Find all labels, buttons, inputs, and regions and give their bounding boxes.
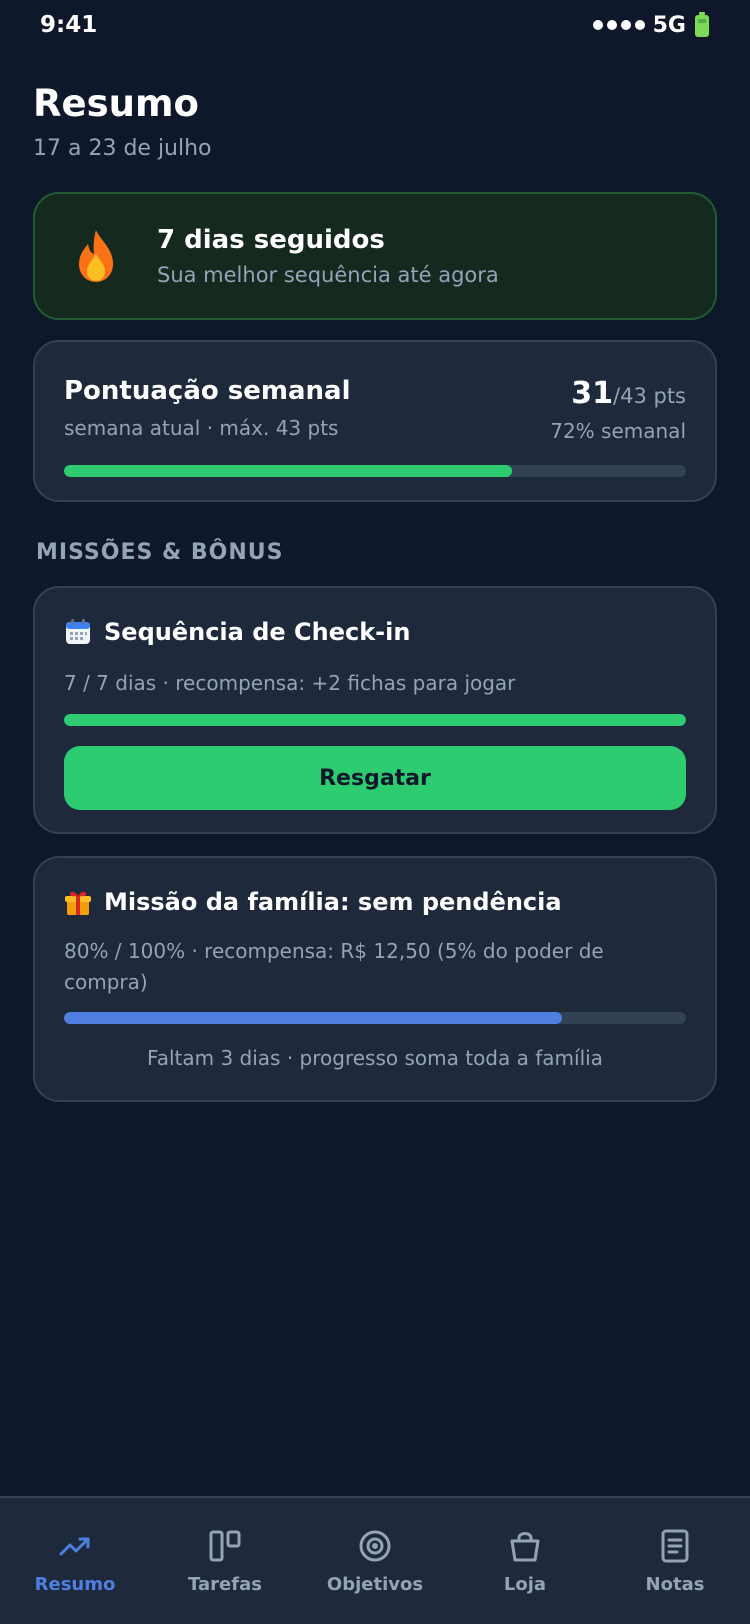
trending-up-icon bbox=[57, 1528, 93, 1564]
calendar-icon bbox=[64, 618, 92, 646]
family-mission-note: Faltam 3 dias · progresso soma toda a fa… bbox=[147, 1046, 603, 1070]
score-labels: Pontuação semanal semana atual · máx. 43… bbox=[64, 376, 351, 440]
status-time: 9:41 bbox=[40, 12, 98, 38]
nav-label: Resumo bbox=[34, 1574, 116, 1595]
status-bar: 9:41 5G bbox=[0, 0, 750, 50]
family-mission-title: Missão da família: sem pendência bbox=[104, 888, 562, 916]
notes-icon bbox=[657, 1528, 693, 1564]
checkin-mission-header: Sequência de Check-in bbox=[64, 618, 686, 646]
score-max: /43 pts bbox=[613, 384, 686, 408]
page-title: Resumo bbox=[33, 82, 199, 125]
checkin-mission-description: 7 / 7 dias · recompensa: +2 fichas para … bbox=[64, 671, 516, 695]
section-title: MISSÕES & BÔNUS bbox=[36, 540, 284, 565]
gift-icon bbox=[64, 888, 92, 916]
checkin-mission-title: Sequência de Check-in bbox=[104, 618, 411, 646]
family-progress-bar bbox=[64, 1012, 686, 1024]
header: Resumo 17 a 23 de julho bbox=[33, 80, 212, 161]
battery-icon bbox=[694, 12, 710, 38]
shopping-bag-icon bbox=[507, 1528, 543, 1564]
screen: 9:41 5G Resumo 17 a 23 de julho 7 dias s… bbox=[0, 0, 750, 1624]
family-progress-fill bbox=[64, 1012, 562, 1024]
nav-item-loja[interactable]: Loja bbox=[455, 1528, 595, 1595]
family-mission-header: Missão da família: sem pendência bbox=[64, 888, 686, 916]
nav-item-resumo[interactable]: Resumo bbox=[5, 1528, 145, 1595]
bottom-nav: Resumo Tarefas Objetivos Loja Notas bbox=[0, 1496, 750, 1624]
streak-title: 7 dias seguidos bbox=[157, 225, 385, 255]
target-icon bbox=[357, 1528, 393, 1564]
family-mission-description: 80% / 100% · recompensa: R$ 12,50 (5% do… bbox=[64, 939, 604, 994]
score-percent: 72% semanal bbox=[550, 419, 686, 443]
signal-dots-icon bbox=[592, 20, 645, 30]
checkin-progress-bar bbox=[64, 714, 686, 726]
nav-item-notas[interactable]: Notas bbox=[605, 1528, 745, 1595]
board-icon bbox=[207, 1528, 243, 1564]
streak-card: 7 dias seguidos Sua melhor sequência até… bbox=[33, 192, 717, 320]
nav-label: Loja bbox=[503, 1574, 547, 1595]
score-header: Pontuação semanal semana atual · máx. 43… bbox=[64, 376, 686, 443]
streak-text: 7 dias seguidos Sua melhor sequência até… bbox=[157, 225, 499, 287]
nav-label: Tarefas bbox=[188, 1574, 262, 1595]
score-value: 31 bbox=[571, 376, 614, 411]
page-subtitle: 17 a 23 de julho bbox=[33, 136, 212, 161]
checkin-mission-card: Sequência de Check-in 7 / 7 dias · recom… bbox=[33, 586, 717, 834]
network-label: 5G bbox=[652, 12, 686, 38]
streak-subtitle: Sua melhor sequência até agora bbox=[157, 263, 499, 287]
score-progress-bar bbox=[64, 465, 686, 477]
score-progress-fill bbox=[64, 465, 512, 477]
nav-item-objetivos[interactable]: Objetivos bbox=[305, 1528, 445, 1595]
checkin-progress-fill bbox=[64, 714, 686, 726]
score-summary: 31/43 pts 72% semanal bbox=[550, 376, 686, 443]
nav-label: Objetivos bbox=[326, 1574, 424, 1595]
score-readout: 31/43 pts bbox=[550, 376, 686, 411]
score-title: Pontuação semanal bbox=[64, 376, 351, 406]
nav-label: Notas bbox=[645, 1574, 705, 1595]
family-mission-card: Missão da família: sem pendência 80% / 1… bbox=[33, 856, 717, 1102]
redeem-button[interactable]: Resgatar bbox=[64, 746, 686, 810]
nav-item-tarefas[interactable]: Tarefas bbox=[155, 1528, 295, 1595]
status-indicators: 5G bbox=[592, 12, 710, 38]
score-subtitle: semana atual · máx. 43 pts bbox=[64, 416, 339, 440]
weekly-score-card: Pontuação semanal semana atual · máx. 43… bbox=[33, 340, 717, 502]
flame-icon bbox=[79, 230, 113, 282]
